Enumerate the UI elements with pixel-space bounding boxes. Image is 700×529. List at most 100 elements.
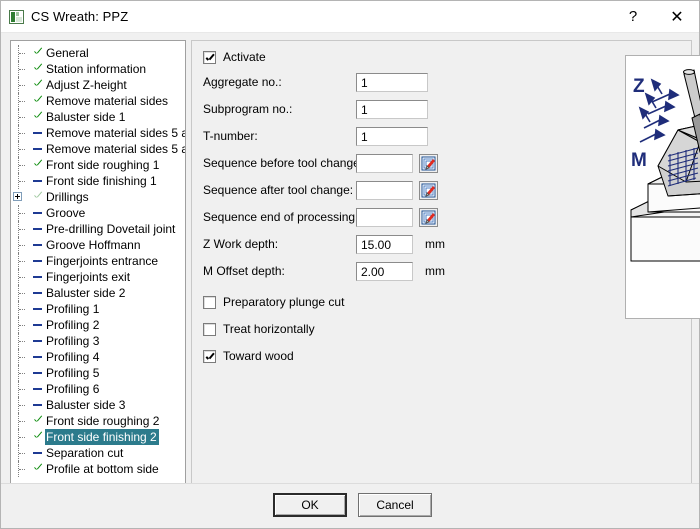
preview-label-z: Z bbox=[633, 76, 645, 97]
dash-icon bbox=[31, 301, 45, 317]
preview-label-m: M bbox=[631, 150, 647, 171]
tree-guide bbox=[11, 141, 31, 157]
tree-item[interactable]: General bbox=[11, 45, 185, 61]
form-row: Aggregate no.: 1 bbox=[203, 73, 623, 93]
dash-icon bbox=[31, 285, 45, 301]
tree-item-label: Profiling 2 bbox=[46, 318, 100, 332]
tree-item[interactable]: Profiling 2 bbox=[11, 317, 185, 333]
checkbox-box[interactable] bbox=[203, 322, 216, 336]
option-checkbox[interactable]: Preparatory plunge cut bbox=[203, 295, 344, 309]
tree-guide bbox=[11, 269, 31, 285]
tree-item[interactable]: Baluster side 1 bbox=[11, 109, 185, 125]
close-icon[interactable]: ✕ bbox=[655, 1, 699, 32]
tree-item[interactable]: Remove material sides bbox=[11, 93, 185, 109]
tree-guide bbox=[11, 125, 31, 141]
sequence-edit-button[interactable] bbox=[419, 154, 438, 173]
checkbox-label: Treat horizontally bbox=[223, 322, 315, 336]
tree-item[interactable]: Station information bbox=[11, 61, 185, 77]
form-row: Sequence before tool change: bbox=[203, 154, 623, 174]
field-unit: mm bbox=[425, 264, 445, 278]
field-label: Sequence before tool change: bbox=[203, 156, 364, 170]
dash-icon bbox=[31, 237, 45, 253]
field-input[interactable]: 1 bbox=[356, 127, 428, 146]
tree-item[interactable]: Fingerjoints entrance bbox=[11, 253, 185, 269]
tree-expander[interactable] bbox=[11, 189, 31, 205]
tree-item[interactable]: Front side finishing 1 bbox=[11, 173, 185, 189]
title-bar: CS Wreath: PPZ ? ✕ bbox=[1, 1, 699, 33]
tree-guide bbox=[11, 349, 31, 365]
dash-icon bbox=[31, 397, 45, 413]
window-title: CS Wreath: PPZ bbox=[31, 9, 129, 24]
option-checkbox[interactable]: Treat horizontally bbox=[203, 322, 315, 336]
tree-item[interactable]: Drillings bbox=[11, 189, 185, 205]
check-icon bbox=[31, 109, 45, 125]
tree-item-label: Separation cut bbox=[46, 446, 124, 460]
plus-icon[interactable] bbox=[13, 192, 22, 201]
checkbox-box-activate[interactable] bbox=[203, 50, 216, 64]
tree-item[interactable]: Profile at bottom side bbox=[11, 461, 185, 477]
sequence-edit-button[interactable] bbox=[419, 181, 438, 200]
ok-button[interactable]: OK bbox=[273, 493, 347, 517]
tree-item[interactable]: Baluster side 3 bbox=[11, 397, 185, 413]
tree-item[interactable]: Groove bbox=[11, 205, 185, 221]
checkbox-label: Preparatory plunge cut bbox=[223, 295, 345, 309]
tree-guide bbox=[11, 333, 31, 349]
dash-icon bbox=[31, 205, 45, 221]
tree-guide bbox=[11, 157, 31, 173]
dash-icon bbox=[31, 141, 45, 157]
operation-tree[interactable]: General Station information Adjust Z-heigh… bbox=[10, 40, 186, 493]
check-icon bbox=[31, 413, 45, 429]
tree-item-label: Front side roughing 1 bbox=[46, 158, 160, 172]
checkbox-box[interactable] bbox=[203, 349, 216, 363]
dash-icon bbox=[31, 333, 45, 349]
tree-item[interactable]: Profiling 1 bbox=[11, 301, 185, 317]
field-input[interactable]: 2.00 bbox=[356, 262, 413, 281]
tree-item[interactable]: Pre-drilling Dovetail joint bbox=[11, 221, 185, 237]
option-checkbox[interactable]: Toward wood bbox=[203, 349, 294, 363]
tree-item[interactable]: Remove material sides 5 axis 1 bbox=[11, 125, 185, 141]
workpiece-preview: Z M bbox=[625, 55, 700, 319]
tree-item[interactable]: Separation cut bbox=[11, 445, 185, 461]
tree-guide bbox=[11, 45, 31, 61]
field-input[interactable] bbox=[356, 208, 413, 227]
field-input[interactable]: 15.00 bbox=[356, 235, 413, 254]
field-input[interactable]: 1 bbox=[356, 73, 428, 92]
tree-item-label: Front side finishing 1 bbox=[46, 174, 157, 188]
tree-item[interactable]: Front side roughing 1 bbox=[11, 157, 185, 173]
edit-document-icon bbox=[421, 156, 436, 171]
tree-item[interactable]: Adjust Z-height bbox=[11, 77, 185, 93]
tree-guide bbox=[11, 301, 31, 317]
dialog-window: CS Wreath: PPZ ? ✕ General Station inform… bbox=[0, 0, 700, 529]
tree-item[interactable]: Baluster side 2 bbox=[11, 285, 185, 301]
tree-item[interactable]: Profiling 3 bbox=[11, 333, 185, 349]
tree-item-label: Profiling 1 bbox=[46, 302, 100, 316]
tree-item[interactable]: Front side finishing 2 bbox=[11, 429, 185, 445]
field-label: Subprogram no.: bbox=[203, 102, 293, 116]
edit-document-icon bbox=[421, 183, 436, 198]
dash-icon bbox=[31, 125, 45, 141]
tree-item[interactable]: Profiling 4 bbox=[11, 349, 185, 365]
tree-item[interactable]: Fingerjoints exit bbox=[11, 269, 185, 285]
sequence-edit-button[interactable] bbox=[419, 208, 438, 227]
tree-item-label: Adjust Z-height bbox=[46, 78, 127, 92]
tree-guide bbox=[11, 205, 31, 221]
tree-item[interactable]: Profiling 5 bbox=[11, 365, 185, 381]
tree-item-label: Groove bbox=[46, 206, 86, 220]
field-label: Z Work depth: bbox=[203, 237, 279, 251]
tree-item-label: General bbox=[46, 46, 89, 60]
field-input[interactable] bbox=[356, 181, 413, 200]
activate-checkbox[interactable]: Activate bbox=[203, 50, 266, 64]
help-button[interactable]: ? bbox=[611, 1, 655, 32]
form-row: Sequence end of processing: bbox=[203, 208, 623, 228]
tree-guide bbox=[11, 61, 31, 77]
tree-item[interactable]: Profiling 6 bbox=[11, 381, 185, 397]
cancel-button[interactable]: Cancel bbox=[358, 493, 432, 517]
field-input[interactable]: 1 bbox=[356, 100, 428, 119]
dash-icon bbox=[31, 445, 45, 461]
tree-item[interactable]: Front side roughing 2 bbox=[11, 413, 185, 429]
checkbox-box[interactable] bbox=[203, 295, 216, 309]
checkbox-label: Toward wood bbox=[223, 349, 294, 363]
tree-item[interactable]: Groove Hoffmann bbox=[11, 237, 185, 253]
tree-item[interactable]: Remove material sides 5 axis 2 bbox=[11, 141, 185, 157]
field-input[interactable] bbox=[356, 154, 413, 173]
